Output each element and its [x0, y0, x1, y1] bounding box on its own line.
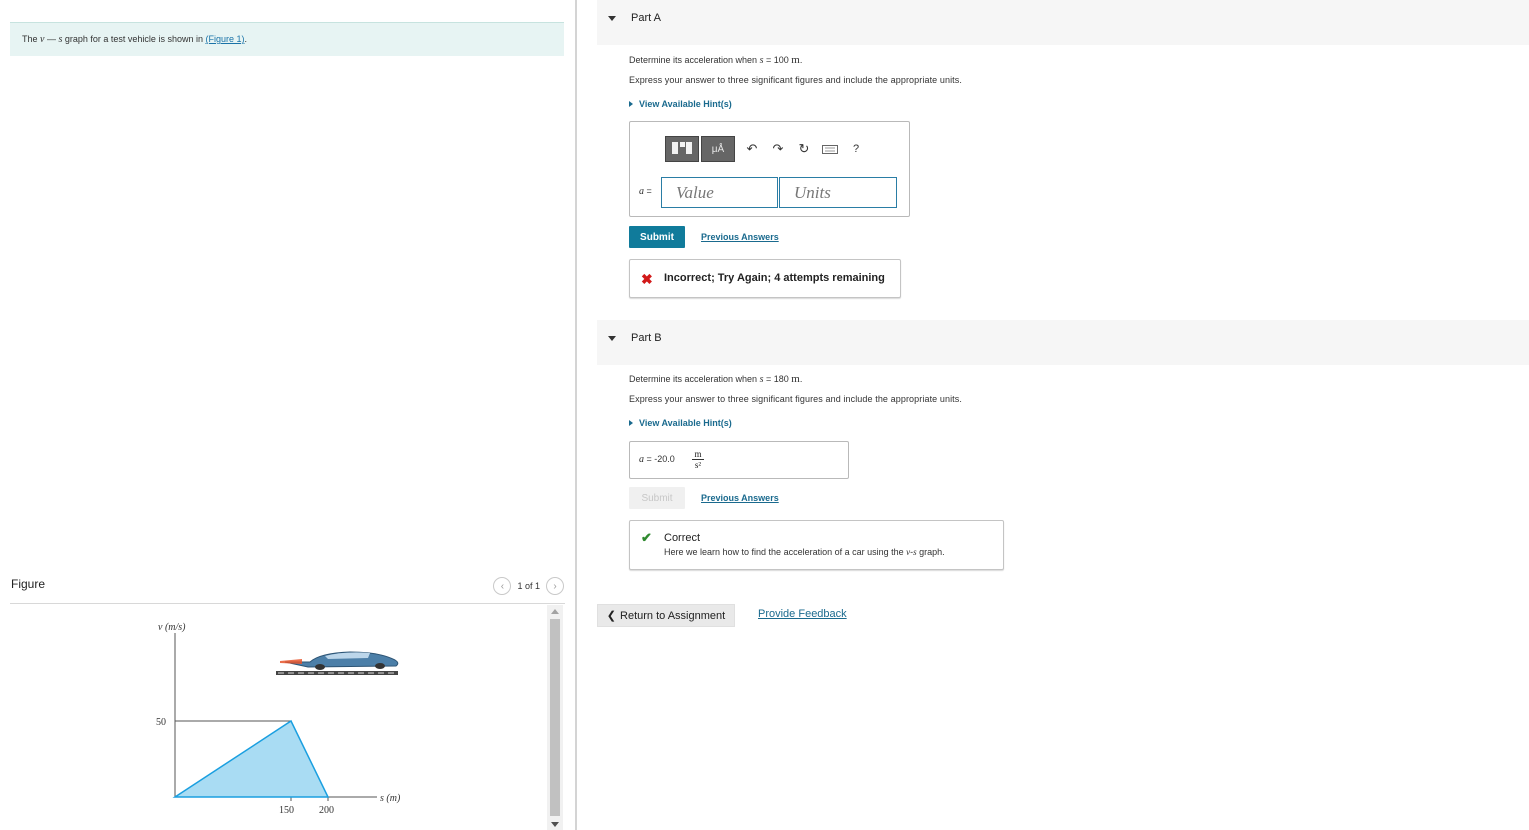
- figure-navigation: ‹ 1 of 1 ›: [493, 577, 564, 595]
- part-b-feedback: ✔ Correct Here we learn how to find the …: [629, 520, 1004, 570]
- figure-link[interactable]: (Figure 1): [205, 34, 244, 44]
- templates-icon: [671, 141, 693, 158]
- undo-icon[interactable]: ↶: [741, 136, 763, 162]
- part-a-previous-answers-link[interactable]: Previous Answers: [701, 232, 779, 242]
- part-b-answer-value: -20.0: [654, 454, 675, 464]
- part-a-question-prefix: Determine its acceleration when: [629, 55, 760, 65]
- part-b-question-suffix: .: [799, 374, 803, 384]
- part-b-answer-unit: m s²: [692, 449, 704, 470]
- chevron-left-icon: ‹: [500, 580, 505, 592]
- y-axis-label: v (m/s): [158, 622, 186, 633]
- left-pane: The v — s graph for a test vehicle is sh…: [0, 0, 575, 830]
- part-b-header[interactable]: Part B: [597, 320, 1529, 365]
- y-tick-label: 50: [156, 717, 166, 728]
- error-x-icon: ✖: [641, 271, 653, 287]
- part-a-answer-eq: =: [644, 186, 652, 196]
- car-illustration: [276, 651, 399, 675]
- part-b-answer-eq: =: [644, 454, 655, 464]
- part-b-question-unit: m: [791, 373, 800, 385]
- provide-feedback-link[interactable]: Provide Feedback: [758, 608, 847, 620]
- x-tick-label-200: 200: [319, 805, 334, 816]
- part-a-instructions: Express your answer to three significant…: [629, 75, 962, 85]
- problem-statement: The v — s graph for a test vehicle is sh…: [10, 22, 564, 56]
- part-b-feedback-suffix: graph.: [916, 547, 945, 557]
- part-b-question-eq: = 180: [763, 374, 792, 384]
- problem-text-suffix: .: [244, 34, 247, 44]
- unit-denominator: s²: [694, 460, 702, 470]
- part-b-question-prefix: Determine its acceleration when: [629, 374, 760, 384]
- return-label: Return to Assignment: [620, 609, 726, 622]
- chevron-right-icon: ›: [553, 580, 557, 592]
- problem-text-mid: graph for a test vehicle is shown in: [62, 34, 206, 44]
- part-a-question-unit: m: [791, 54, 800, 66]
- part-b-instructions: Express your answer to three significant…: [629, 394, 962, 404]
- templates-button[interactable]: [665, 136, 699, 162]
- help-icon[interactable]: ?: [845, 136, 867, 162]
- graph-area: [172, 719, 330, 798]
- scroll-thumb[interactable]: [550, 619, 560, 816]
- units-input[interactable]: Units: [779, 177, 897, 208]
- value-input[interactable]: Value: [661, 177, 778, 208]
- part-b-previous-answers-link[interactable]: Previous Answers: [701, 493, 779, 503]
- scroll-up-icon[interactable]: [551, 609, 559, 614]
- keyboard-icon[interactable]: [819, 136, 841, 162]
- prev-figure-button[interactable]: ‹: [493, 577, 512, 595]
- part-b-hint-label: View Available Hint(s): [639, 418, 732, 428]
- next-figure-button[interactable]: ›: [546, 577, 564, 595]
- v-s-graph: v (m/s) 50 150 200 s (m): [156, 622, 401, 816]
- figure-header: Figure ‹ 1 of 1 ›: [10, 576, 565, 604]
- part-a-answer-box: μÅ ↶ ↷ ↻ ? a = Value Units: [629, 121, 910, 217]
- part-a-header[interactable]: Part A: [597, 0, 1529, 45]
- x-tick-label-150: 150: [279, 805, 294, 816]
- part-a-feedback-text: Incorrect; Try Again; 4 attempts remaini…: [664, 272, 885, 284]
- figure-image: v (m/s) 50 150 200 s (m): [10, 605, 550, 830]
- part-a-answer-label: a =: [639, 186, 652, 197]
- part-a-question: Determine its acceleration when s = 100 …: [629, 54, 802, 66]
- units-button-label: μÅ: [711, 143, 725, 155]
- part-b-feedback-title: Correct: [664, 532, 701, 544]
- caret-right-icon: [629, 101, 633, 107]
- math-toolbar: μÅ ↶ ↷ ↻ ?: [665, 136, 867, 162]
- reset-icon[interactable]: ↻: [793, 136, 815, 162]
- redo-icon[interactable]: ↷: [767, 136, 789, 162]
- part-b-hint-toggle[interactable]: View Available Hint(s): [629, 418, 732, 428]
- unit-numerator: m: [692, 449, 704, 460]
- part-a-submit-button[interactable]: Submit: [629, 226, 685, 248]
- problem-dash: —: [44, 34, 59, 44]
- figure-page-indicator: 1 of 1: [517, 581, 540, 591]
- problem-text-prefix: The: [22, 34, 41, 44]
- part-b-submit-button[interactable]: Submit: [629, 487, 685, 509]
- part-b-answer-display: a = -20.0 m s²: [629, 441, 849, 479]
- part-b-feedback-prefix: Here we learn how to find the accelerati…: [664, 547, 907, 557]
- chevron-left-icon: ❮: [606, 610, 617, 622]
- pane-divider[interactable]: [575, 0, 577, 830]
- checkmark-icon: ✔: [641, 530, 652, 545]
- scroll-down-icon[interactable]: [551, 822, 559, 827]
- part-a-question-eq: = 100: [763, 55, 792, 65]
- caret-right-icon: [629, 420, 633, 426]
- caret-down-icon: [608, 16, 616, 21]
- part-b-feedback-text: Here we learn how to find the accelerati…: [664, 547, 945, 557]
- part-b-title: Part B: [631, 332, 662, 344]
- part-b-answer-text: a = -20.0: [639, 454, 675, 465]
- part-a-hint-toggle[interactable]: View Available Hint(s): [629, 99, 732, 109]
- part-a-feedback: ✖ Incorrect; Try Again; 4 attempts remai…: [629, 259, 901, 298]
- part-a-hint-label: View Available Hint(s): [639, 99, 732, 109]
- return-to-assignment-button[interactable]: ❮ Return to Assignment: [597, 604, 735, 627]
- figure-scrollbar[interactable]: [547, 605, 563, 830]
- part-a-title: Part A: [631, 12, 661, 24]
- units-button[interactable]: μÅ: [701, 136, 735, 162]
- part-a-question-suffix: .: [799, 55, 803, 65]
- part-b-question: Determine its acceleration when s = 180 …: [629, 373, 802, 385]
- x-axis-label: s (m): [380, 793, 401, 804]
- caret-down-icon: [608, 336, 616, 341]
- figure-title: Figure: [11, 577, 46, 591]
